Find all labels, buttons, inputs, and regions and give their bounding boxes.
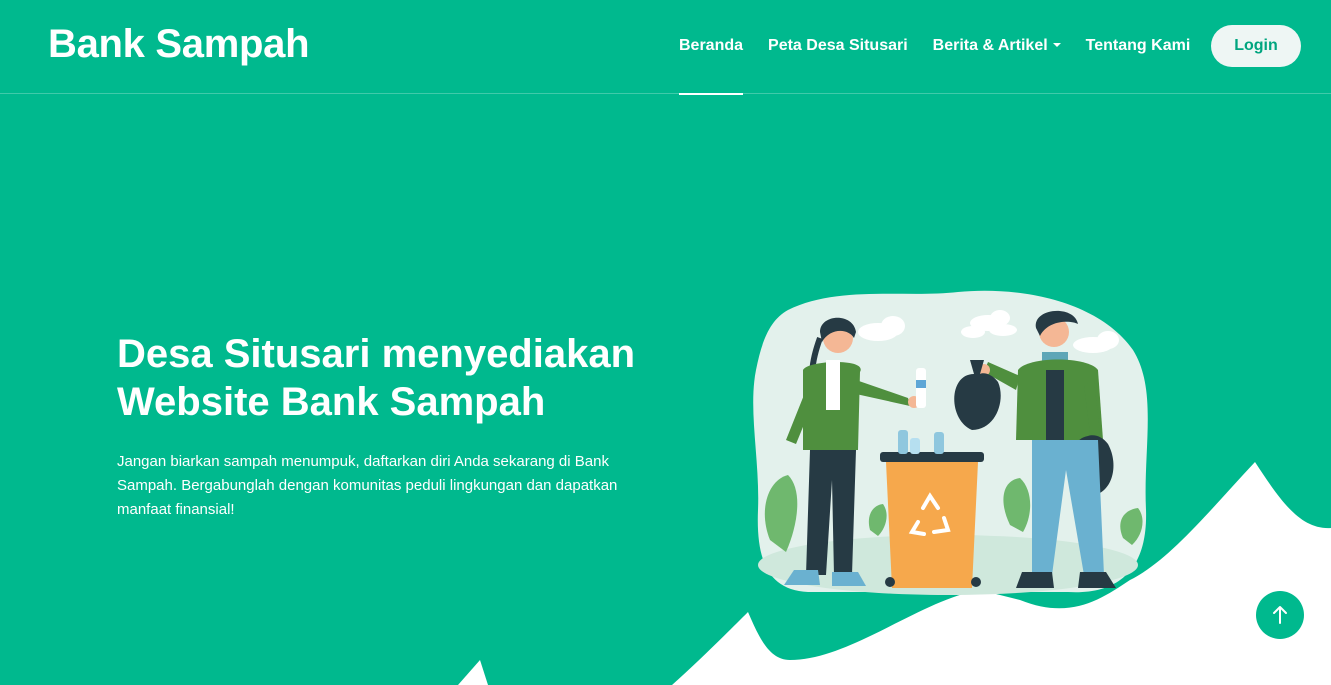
arrow-up-icon	[1273, 606, 1287, 624]
nav-item-berita-artikel[interactable]: Berita & Artikel	[933, 0, 1061, 94]
login-button[interactable]: Login	[1211, 25, 1301, 67]
site-header: Bank Sampah Beranda Peta Desa Situsari B…	[0, 0, 1331, 95]
brand-logo[interactable]: Bank Sampah	[48, 22, 310, 67]
recycling-people-illustration	[753, 290, 1148, 595]
main-nav: Beranda Peta Desa Situsari Berita & Arti…	[679, 0, 1215, 95]
scroll-to-top-button[interactable]	[1256, 591, 1304, 639]
nav-item-tentang-kami[interactable]: Tentang Kami	[1086, 0, 1191, 94]
hero-description: Jangan biarkan sampah menumpuk, daftarka…	[117, 453, 618, 518]
nav-item-beranda[interactable]: Beranda	[679, 0, 744, 95]
nav-item-berita-artikel-label: Berita & Artikel	[932, 37, 1048, 54]
nav-item-peta-desa-situsari[interactable]: Peta Desa Situsari	[768, 0, 908, 94]
hero-title-line2: Website Bank Sampah	[117, 380, 546, 424]
hero-title-line1: Desa Situsari menyediakan	[117, 332, 636, 376]
chevron-down-icon	[1052, 43, 1061, 47]
hero-title: Desa Situsari menyediakan Website Bank S…	[117, 330, 697, 426]
